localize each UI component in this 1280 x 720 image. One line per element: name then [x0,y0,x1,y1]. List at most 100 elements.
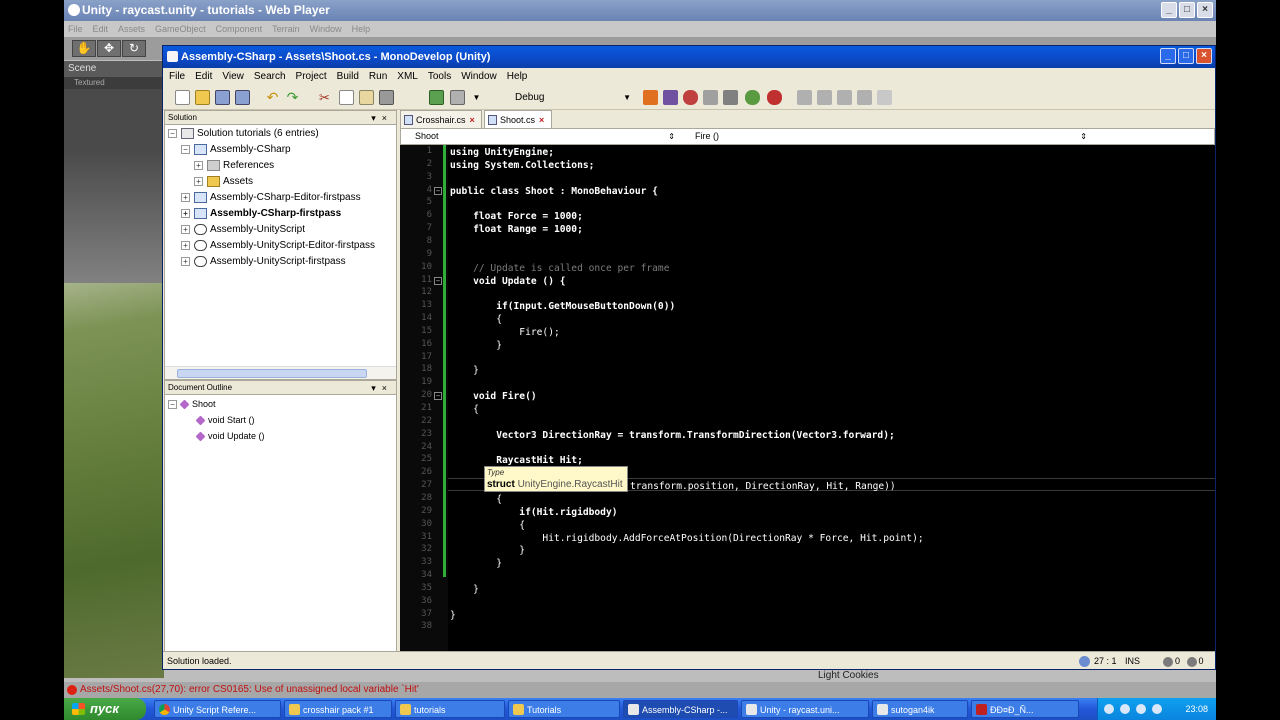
menu-view[interactable]: View [222,68,244,85]
collapse-icon[interactable]: − [181,144,190,154]
class-select[interactable]: Shoot ⇕ [401,129,679,144]
taskbar-item[interactable]: Assembly-CSharp -... [623,700,738,718]
volume-icon[interactable] [1120,704,1130,714]
collapse-icon[interactable]: − [168,128,177,138]
taskbar-item[interactable]: Unity - raycast.uni... [741,700,869,718]
code-line[interactable]: void Update () { [450,275,565,288]
unity-close-button[interactable]: × [1197,2,1213,18]
fold-toggle-icon[interactable]: − [434,276,442,285]
menu-xml[interactable]: XML [397,68,418,85]
debug-step-into-icon[interactable] [723,90,738,105]
fold-toggle-icon[interactable]: − [434,186,442,195]
tree-item-assembly-csharp-firstpass[interactable]: + Assembly-CSharp-firstpass [181,206,341,222]
code-line[interactable]: { [450,519,525,532]
expand-icon[interactable]: + [181,224,190,234]
tab-crosshair[interactable]: Crosshair.cs × [400,110,482,128]
tree-item-assembly-csharp[interactable]: − Assembly-CSharp [181,142,291,158]
monodevelop-maximize-button[interactable]: □ [1178,48,1194,64]
solution-horizontal-scrollbar[interactable] [165,366,396,379]
tree-item-assembly-unityscript-firstpass[interactable]: + Assembly-UnityScript-firstpass [181,254,346,270]
hand-tool-icon[interactable]: ✋ [72,40,96,57]
outline-item-start[interactable]: void Start () [195,413,255,428]
collapse-icon[interactable]: − [168,399,177,409]
code-line[interactable]: Vector3 DirectionRay = transform.Transfo… [450,429,895,442]
new-file-icon[interactable] [175,90,190,105]
tree-item-assembly-unityscript-editor-firstpass[interactable]: + Assembly-UnityScript-Editor-firstpass [181,238,375,254]
pane-header-buttons[interactable]: ▾× [371,111,393,125]
code-line[interactable]: } [450,364,479,377]
open-folder-icon[interactable] [195,90,210,105]
taskbar-item[interactable]: ÐÐ¤Ð_Ñ... [971,700,1079,718]
fold-toggle-icon[interactable]: − [434,392,442,401]
light-cookies-folder[interactable]: Light Cookies [818,670,978,682]
expand-icon[interactable]: + [194,160,203,170]
taskbar-item[interactable]: Tutorials [508,700,620,718]
indent-icon[interactable] [877,90,892,105]
save-icon[interactable] [215,90,230,105]
code-line[interactable]: } [450,544,525,557]
debug-run-icon[interactable] [643,90,658,105]
menu-help[interactable]: Help [507,68,528,85]
expand-icon[interactable]: + [181,192,190,202]
cut-icon[interactable]: ✂ [317,90,332,105]
code-line[interactable]: using UnityEngine; [450,146,554,159]
menu-search[interactable]: Search [254,68,286,85]
expand-icon[interactable]: + [181,240,190,250]
unity-menu-component[interactable]: Component [216,21,263,37]
unity-menu-window[interactable]: Window [310,21,342,37]
debug-attach-icon[interactable] [663,90,678,105]
unity-menu-gameobject[interactable]: GameObject [155,21,206,37]
monodevelop-titlebar[interactable]: Assembly-CSharp - Assets\Shoot.cs - Mono… [163,46,1215,68]
unity-menu-terrain[interactable]: Terrain [272,21,300,37]
code-editor[interactable]: using UnityEngine; using System.Collectio… [400,145,1215,651]
menu-edit[interactable]: Edit [195,68,212,85]
clock[interactable]: 23:08 [1185,698,1208,720]
code-line[interactable]: void Fire() [450,390,537,403]
code-line[interactable]: } [450,557,502,570]
rotate-tool-icon[interactable]: ↻ [122,40,146,57]
code-line[interactable]: float Force = 1000; [450,210,583,223]
delete-icon[interactable] [379,90,394,105]
code-line[interactable]: { [450,403,479,416]
expand-icon[interactable]: + [181,256,190,266]
build-dropdown-icon[interactable]: ▼ [469,90,484,105]
tree-item-solution[interactable]: − Solution tutorials (6 entries) [168,126,319,142]
code-line[interactable]: if(Input.GetMouseButtonDown(0)) [450,300,675,313]
code-line[interactable]: Hit.rigidbody.AddForceAtPosition(Directi… [450,532,923,545]
taskbar-item[interactable]: sutogan4ik [872,700,968,718]
code-line[interactable]: { [450,313,502,326]
debug-stop-icon[interactable] [767,90,782,105]
unity-menu-file[interactable]: File [68,21,83,37]
tree-item-assembly-csharp-editor-firstpass[interactable]: + Assembly-CSharp-Editor-firstpass [181,190,361,206]
code-line[interactable]: public class Shoot : MonoBehaviour { [450,185,658,198]
unity-minimize-button[interactable]: _ [1161,2,1177,18]
debug-continue-icon[interactable] [745,90,760,105]
debug-step-icon[interactable] [703,90,718,105]
code-line[interactable]: } [450,583,479,596]
menu-run[interactable]: Run [369,68,387,85]
paste-icon[interactable] [359,90,374,105]
undo-icon[interactable]: ↶ [265,90,280,105]
redo-icon[interactable]: ↷ [285,90,300,105]
scene-tab[interactable]: Scene [64,61,164,77]
menu-file[interactable]: File [169,68,185,85]
scene-render-mode[interactable]: Textured [64,77,164,89]
unity-menu-help[interactable]: Help [352,21,371,37]
security-icon[interactable] [1136,704,1146,714]
code-line[interactable]: } [450,339,502,352]
unity-maximize-button[interactable]: □ [1179,2,1195,18]
code-line[interactable]: } [450,609,456,622]
menu-tools[interactable]: Tools [428,68,451,85]
outline-item-shoot[interactable]: − Shoot [168,397,216,412]
menu-project[interactable]: Project [296,68,327,85]
debug-pause-icon[interactable] [683,90,698,105]
code-line[interactable]: transform.position, DirectionRay, Hit, R… [630,480,896,493]
build-all-icon[interactable] [450,90,465,105]
code-line[interactable]: float Range = 1000; [450,223,583,236]
error-count[interactable]: 0 0 [1163,652,1204,669]
menu-window[interactable]: Window [461,68,497,85]
pane-header-buttons[interactable]: ▾× [371,381,393,395]
start-button[interactable]: пуск [64,698,146,720]
taskbar-item[interactable]: crosshair pack #1 [284,700,392,718]
close-tab-icon[interactable]: × [470,115,475,125]
